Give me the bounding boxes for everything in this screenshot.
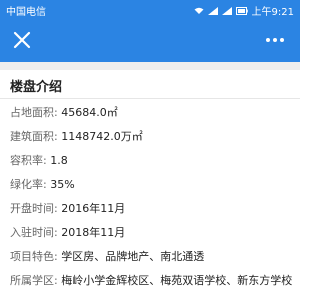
info-key: 占地面积:: [10, 106, 58, 119]
status-right: 上午9:21: [194, 3, 294, 18]
signal-icon: [207, 6, 218, 15]
status-time: 上午9:21: [251, 7, 294, 18]
info-value: 1148742.0万㎡: [61, 130, 143, 143]
info-value: 2016年11月: [61, 202, 126, 215]
dot: [266, 38, 270, 42]
info-value: 1.8: [50, 154, 68, 167]
info-row-plot-ratio: 容积率: 1.8: [10, 152, 68, 168]
info-key: 建筑面积:: [10, 130, 58, 143]
dot: [273, 38, 277, 42]
status-bar: 中国电信 上午9:21: [0, 0, 300, 18]
info-row-features: 项目特色: 学区房、品牌地产、南北通透: [10, 248, 204, 264]
dot: [280, 38, 284, 42]
signal-icon-2: [221, 6, 232, 15]
info-key: 项目特色:: [10, 250, 58, 263]
section-title: 楼盘介绍: [10, 80, 63, 95]
info-value: 35%: [50, 178, 75, 191]
battery-icon: [235, 6, 248, 15]
info-value: 梅岭小学金辉校区、梅苑双语学校、新东方学校: [61, 274, 293, 287]
info-value: 学区房、品牌地产、南北通透: [61, 250, 205, 263]
info-row-green-ratio: 绿化率: 35%: [10, 176, 75, 192]
info-key: 入驻时间:: [10, 226, 58, 239]
nav-bar: [0, 18, 300, 62]
section-gap: [0, 62, 300, 70]
info-row-move-in-time: 入驻时间: 2018年11月: [10, 224, 125, 240]
info-key: 开盘时间:: [10, 202, 58, 215]
section-divider: [0, 98, 300, 99]
info-key: 容积率:: [10, 154, 47, 167]
carrier-label: 中国电信: [6, 7, 46, 18]
info-value: 2018年11月: [61, 226, 126, 239]
info-value: 45684.0㎡: [61, 106, 118, 119]
info-row-opening-time: 开盘时间: 2016年11月: [10, 200, 125, 216]
info-key: 所属学区:: [10, 274, 58, 287]
info-key: 绿化率:: [10, 178, 47, 191]
close-icon[interactable]: [12, 30, 32, 50]
wifi-icon: [194, 7, 204, 14]
more-dots-icon[interactable]: [266, 38, 286, 44]
info-row-building-area: 建筑面积: 1148742.0万㎡: [10, 128, 143, 144]
info-row-land-area: 占地面积: 45684.0㎡: [10, 104, 118, 120]
info-row-school-district: 所属学区: 梅岭小学金辉校区、梅苑双语学校、新东方学校: [10, 272, 292, 288]
